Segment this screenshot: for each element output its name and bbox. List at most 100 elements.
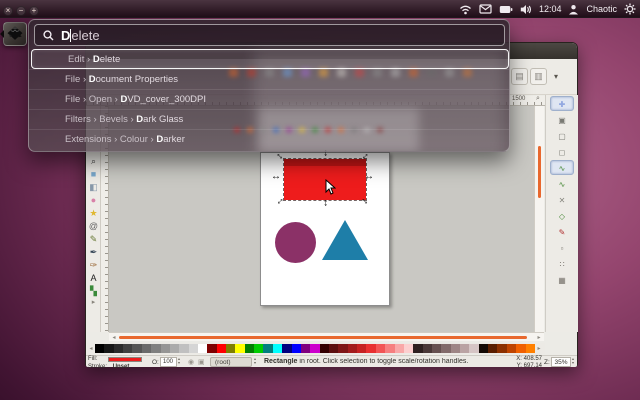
shape-circle[interactable] xyxy=(275,222,316,263)
selection-lower-button[interactable]: ▥ xyxy=(530,68,547,85)
hud-result-item[interactable]: File › Document Properties xyxy=(29,69,510,89)
inkscape-launcher-tile[interactable] xyxy=(3,22,27,46)
zoom-spinner[interactable]: ▴▾ xyxy=(572,357,574,365)
color-swatch[interactable] xyxy=(292,344,301,353)
horizontal-scrollbar-thumb[interactable] xyxy=(119,336,527,339)
color-swatch[interactable] xyxy=(320,344,329,353)
scale-handle-left[interactable]: ↔ xyxy=(270,171,282,183)
color-swatch[interactable] xyxy=(170,344,179,353)
snap-bbox-corner-button[interactable]: ◻ xyxy=(550,144,574,159)
snap-intersection-button[interactable]: ✕ xyxy=(550,192,574,207)
shape-triangle[interactable] xyxy=(322,220,368,260)
color-swatch[interactable] xyxy=(507,344,516,353)
snap-node-button[interactable]: ∿ xyxy=(550,160,574,175)
color-swatch[interactable] xyxy=(469,344,478,353)
layer-visibility-icon[interactable]: ◉ xyxy=(188,358,194,366)
palette-scroll-left-icon[interactable]: ◂ xyxy=(87,345,95,352)
palette-scroll-right-icon[interactable]: ▸ xyxy=(535,345,543,352)
scale-handle-bottom[interactable]: ↔ xyxy=(320,197,332,209)
hud-result-item[interactable]: File › Open › DVD_cover_300DPI xyxy=(29,89,510,109)
vertical-scrollbar[interactable] xyxy=(534,106,544,332)
color-swatch[interactable] xyxy=(329,344,338,353)
color-swatch[interactable] xyxy=(132,344,141,353)
color-swatch[interactable] xyxy=(516,344,525,353)
color-swatch[interactable] xyxy=(404,344,413,353)
pencil-tool[interactable]: ✎ xyxy=(87,233,100,246)
rectangle-tool[interactable]: ■ xyxy=(87,168,100,181)
layer-selector-spinner[interactable]: ▴▾ xyxy=(254,357,256,365)
scroll-right-icon[interactable]: ▸ xyxy=(534,334,544,341)
color-swatch[interactable] xyxy=(151,344,160,353)
close-button[interactable]: × xyxy=(3,6,13,16)
horizontal-scrollbar[interactable]: ◂ ▸ xyxy=(109,332,544,341)
box3d-tool[interactable]: ◧ xyxy=(87,181,100,194)
snap-enable-button[interactable]: ✛ xyxy=(550,96,574,111)
color-swatch[interactable] xyxy=(179,344,188,353)
scale-handle-right[interactable]: ↔ xyxy=(363,171,375,183)
snap-midpoint-button[interactable]: ▫ xyxy=(550,240,574,255)
color-swatch[interactable] xyxy=(460,344,469,353)
zoom-corner-icon[interactable]: ⌕ xyxy=(536,95,540,103)
spray-tool[interactable]: ▚ xyxy=(87,285,100,298)
fill-stroke-indicator[interactable]: Fill: Stroke: Unset xyxy=(88,356,150,368)
color-swatch[interactable] xyxy=(217,344,226,353)
scroll-left-icon[interactable]: ◂ xyxy=(109,334,119,341)
color-swatch[interactable] xyxy=(526,344,535,353)
color-swatch[interactable] xyxy=(479,344,488,353)
volume-icon[interactable] xyxy=(520,4,532,15)
star-tool[interactable]: ★ xyxy=(87,207,100,220)
document-page[interactable]: ↔ ↔ ↔ ↔ ↔ ↔ ↔ ↔ xyxy=(260,152,390,306)
session-gear-icon[interactable] xyxy=(624,3,636,15)
color-swatch[interactable] xyxy=(385,344,394,353)
vertical-scrollbar-thumb[interactable] xyxy=(538,146,541,198)
color-swatch[interactable] xyxy=(161,344,170,353)
color-swatch[interactable] xyxy=(432,344,441,353)
color-swatch[interactable] xyxy=(451,344,460,353)
color-swatch[interactable] xyxy=(357,344,366,353)
color-swatch[interactable] xyxy=(263,344,272,353)
color-swatch[interactable] xyxy=(441,344,450,353)
color-swatch[interactable] xyxy=(488,344,497,353)
battery-icon[interactable] xyxy=(499,5,513,14)
snap-center-button[interactable]: ∷ xyxy=(550,256,574,271)
snap-bbox-button[interactable]: ▣ xyxy=(550,112,574,127)
maximize-button[interactable]: + xyxy=(29,6,39,16)
color-swatch[interactable] xyxy=(282,344,291,353)
clock[interactable]: 12:04 xyxy=(539,4,562,14)
snap-bbox-edge-button[interactable]: ▢ xyxy=(550,128,574,143)
opacity-input[interactable]: 100 xyxy=(160,357,177,367)
color-swatch[interactable] xyxy=(273,344,282,353)
color-swatch[interactable] xyxy=(226,344,235,353)
network-wifi-icon[interactable] xyxy=(459,4,472,15)
hud-result-item[interactable]: Filters › Bevels › Dark Glass xyxy=(29,109,510,129)
color-swatch[interactable] xyxy=(310,344,319,353)
color-swatch[interactable] xyxy=(207,344,216,353)
toolbar-overflow-icon[interactable]: ▾ xyxy=(554,72,558,81)
hud-result-item[interactable]: Extensions › Colour › Darker xyxy=(29,129,510,149)
user-menu[interactable]: Chaotic xyxy=(586,4,617,14)
color-swatch[interactable] xyxy=(114,344,123,353)
tool-overflow-icon[interactable]: ▸ xyxy=(87,298,100,306)
pen-tool[interactable]: ✒ xyxy=(87,246,100,259)
messages-mail-icon[interactable] xyxy=(479,4,492,14)
color-swatch[interactable] xyxy=(413,344,422,353)
selection-raise-button[interactable]: ▤ xyxy=(511,68,528,85)
snap-smooth-node-button[interactable]: ✎ xyxy=(550,224,574,239)
layer-selector[interactable]: (root) xyxy=(210,357,252,367)
text-tool[interactable]: A xyxy=(87,272,100,285)
color-swatch[interactable] xyxy=(235,344,244,353)
layer-lock-icon[interactable]: ▣ xyxy=(198,358,205,366)
spiral-tool[interactable]: @ xyxy=(87,220,100,233)
color-swatch[interactable] xyxy=(376,344,385,353)
hud-result-item[interactable]: Edit › Delete xyxy=(31,49,509,69)
color-swatch[interactable] xyxy=(254,344,263,353)
color-swatch[interactable] xyxy=(123,344,132,353)
snap-grid-button[interactable]: ▦ xyxy=(550,272,574,287)
snap-cusp-node-button[interactable]: ◇ xyxy=(550,208,574,223)
color-swatch[interactable] xyxy=(198,344,207,353)
ellipse-tool[interactable]: ● xyxy=(87,194,100,207)
zoom-input[interactable]: 35% xyxy=(551,357,571,367)
color-swatch[interactable] xyxy=(95,344,104,353)
color-swatch[interactable] xyxy=(189,344,198,353)
snap-path-button[interactable]: ∿ xyxy=(550,176,574,191)
